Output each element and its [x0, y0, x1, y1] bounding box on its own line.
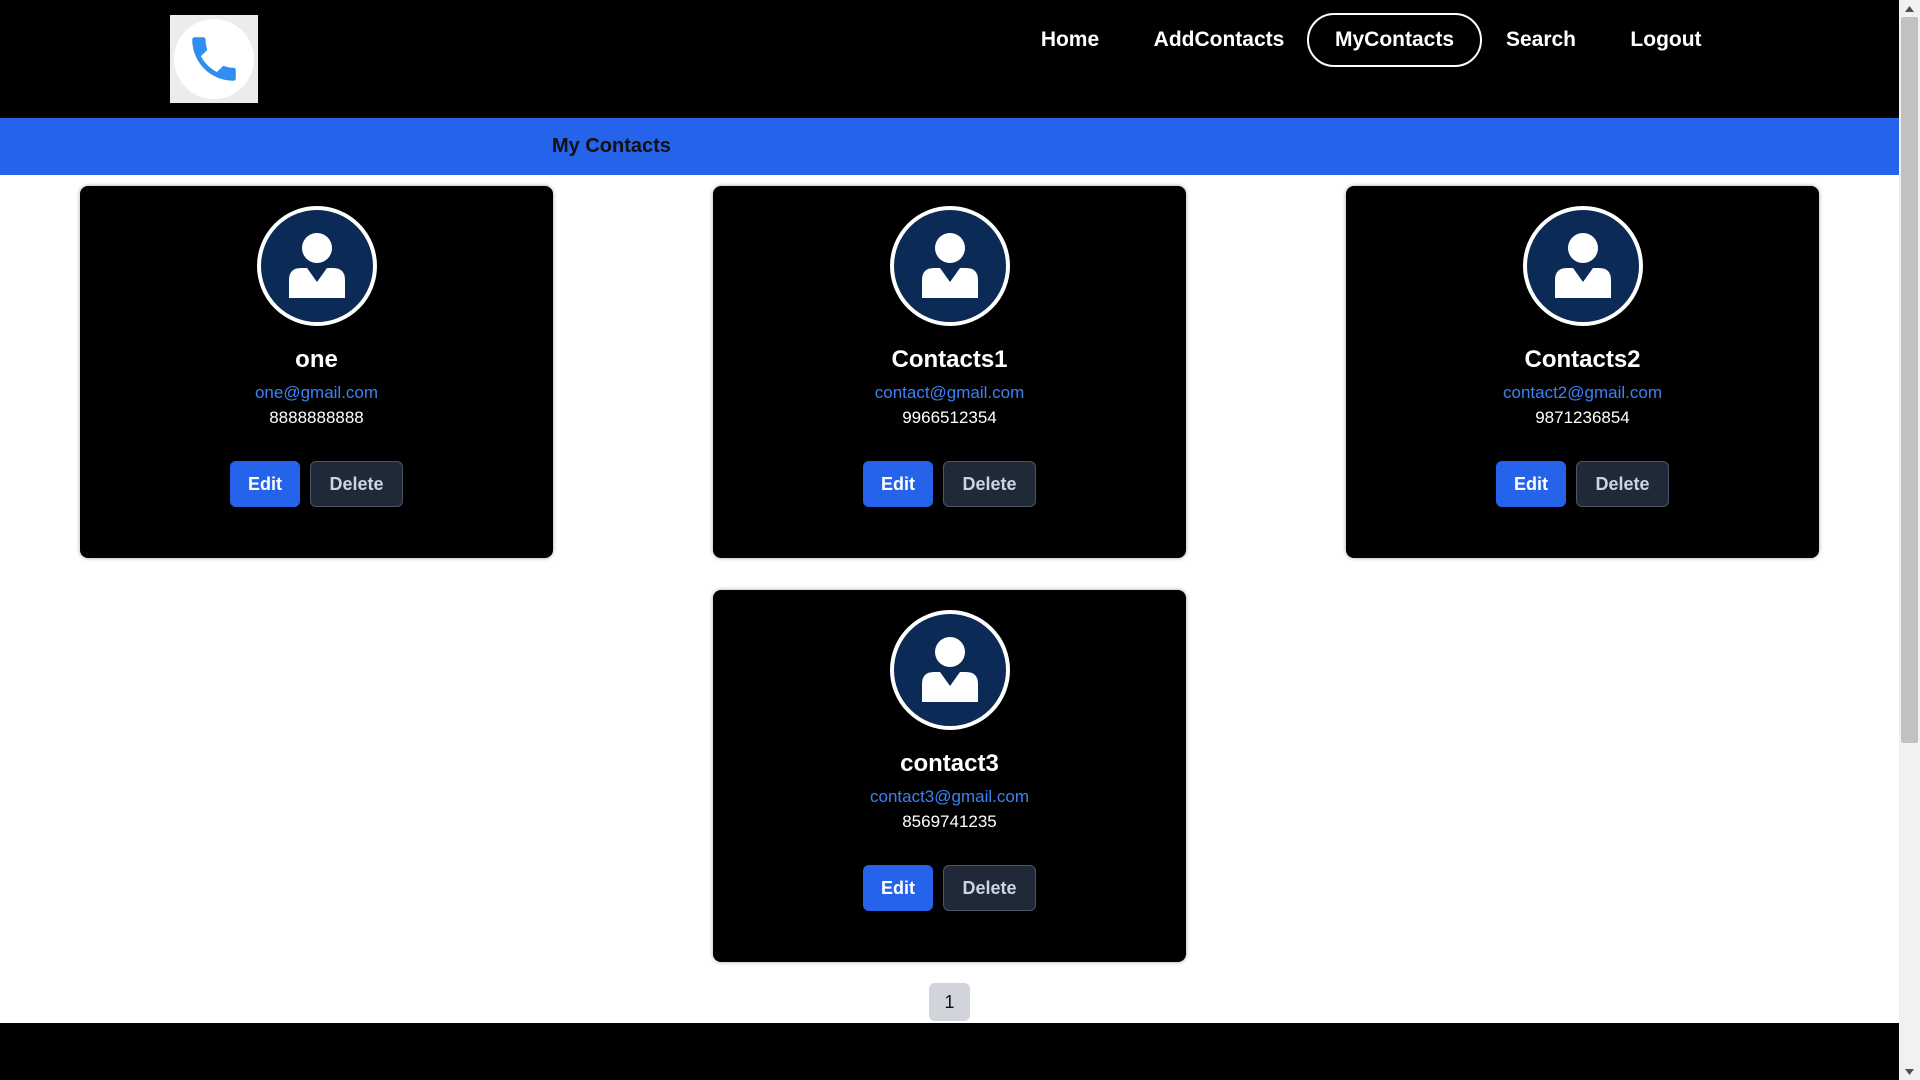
- user-icon: [1555, 233, 1611, 298]
- contact-card: contact3 contact3@gmail.com 8569741235 E…: [713, 590, 1186, 962]
- nav-home[interactable]: Home: [1030, 13, 1110, 67]
- contact-email[interactable]: contact3@gmail.com: [713, 787, 1186, 807]
- edit-button[interactable]: Edit: [1496, 461, 1566, 507]
- delete-button[interactable]: Delete: [943, 461, 1036, 507]
- section-header-bar: My Contacts: [0, 118, 1899, 175]
- chevron-up-icon: [1905, 5, 1914, 12]
- nav-search[interactable]: Search: [1500, 13, 1582, 67]
- app-logo[interactable]: [170, 15, 258, 103]
- edit-button[interactable]: Edit: [863, 865, 933, 911]
- nav-add-contacts[interactable]: AddContacts: [1150, 13, 1288, 67]
- page-title: My Contacts: [552, 135, 671, 157]
- phone-icon: [192, 37, 236, 81]
- edit-button[interactable]: Edit: [863, 461, 933, 507]
- contact-avatar: [1523, 206, 1643, 326]
- contact-card: one one@gmail.com 8888888888 Edit Delete: [80, 186, 553, 558]
- contact-phone: 9966512354: [902, 408, 997, 427]
- contact-email[interactable]: one@gmail.com: [80, 383, 553, 403]
- top-navbar: Home AddContacts MyContacts Search Logou…: [0, 0, 1899, 118]
- delete-button[interactable]: Delete: [1576, 461, 1669, 507]
- nav-logout[interactable]: Logout: [1622, 13, 1710, 67]
- contact-email[interactable]: contact2@gmail.com: [1346, 383, 1819, 403]
- contact-name: Contacts1: [891, 346, 1008, 373]
- contact-email[interactable]: contact@gmail.com: [713, 383, 1186, 403]
- vertical-scrollbar[interactable]: [1899, 0, 1920, 1080]
- logo-circle: [174, 19, 254, 99]
- chevron-down-icon: [1905, 1068, 1914, 1075]
- contact-phone: 8569741235: [902, 812, 997, 831]
- contact-name: contact3: [900, 750, 999, 777]
- delete-button[interactable]: Delete: [310, 461, 403, 507]
- contact-phone: 8888888888: [269, 408, 364, 427]
- scrollbar-thumb[interactable]: [1901, 17, 1918, 743]
- contact-phone: 9871236854: [1535, 408, 1630, 427]
- pagination-page-button[interactable]: 1: [929, 983, 970, 1021]
- footer: [0, 1023, 1899, 1080]
- contact-name: Contacts2: [1524, 346, 1641, 373]
- contact-avatar: [257, 206, 377, 326]
- contact-card: Contacts1 contact@gmail.com 9966512354 E…: [713, 186, 1186, 558]
- contact-name: one: [295, 346, 338, 373]
- user-icon: [922, 233, 978, 298]
- edit-button[interactable]: Edit: [230, 461, 300, 507]
- delete-button[interactable]: Delete: [943, 865, 1036, 911]
- scroll-down-arrow[interactable]: [1899, 1063, 1920, 1080]
- contact-card: Contacts2 contact2@gmail.com 9871236854 …: [1346, 186, 1819, 558]
- contact-avatar: [890, 206, 1010, 326]
- user-icon: [289, 233, 345, 298]
- user-icon: [922, 637, 978, 702]
- scroll-up-arrow[interactable]: [1899, 0, 1920, 17]
- nav-my-contacts[interactable]: MyContacts: [1307, 13, 1482, 67]
- contact-avatar: [890, 610, 1010, 730]
